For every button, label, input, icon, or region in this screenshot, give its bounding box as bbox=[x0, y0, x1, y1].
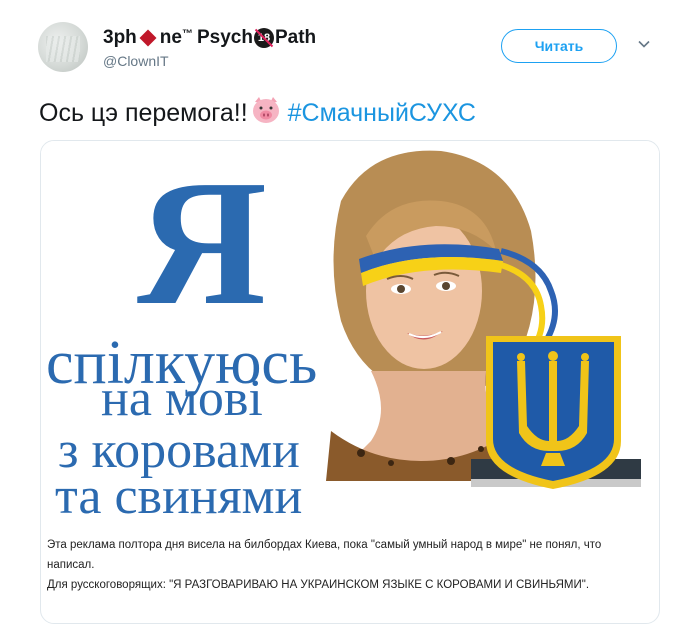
no-under-18-icon: 18 bbox=[253, 28, 274, 48]
pig-face-icon bbox=[250, 96, 282, 131]
trademark-symbol: ™ bbox=[181, 28, 193, 41]
tweet-media[interactable]: Я спілкуюсь на мові з коровами та свиням… bbox=[40, 140, 660, 624]
red-diamond-icon bbox=[139, 29, 157, 47]
hashtag-link[interactable]: #СмачныйСУХС bbox=[288, 99, 476, 127]
poster-line-2: на мові bbox=[101, 370, 263, 427]
author-name-part1: 3ph bbox=[103, 27, 137, 48]
caption-line-2: Для русскоговорящих: "Я РАЗГОВАРИВАЮ НА … bbox=[47, 579, 590, 591]
poster-line-4: та свинями bbox=[55, 468, 303, 525]
author-name-part3: Psych bbox=[196, 27, 253, 48]
tweet-text: Ось цэ перемога!! #СмачныйСУХС bbox=[39, 96, 476, 131]
follow-button[interactable]: Читать bbox=[501, 29, 617, 63]
poster-caption: Эта реклама полтора дня висела на билбор… bbox=[47, 535, 647, 595]
author-name-part2: ne bbox=[159, 27, 182, 48]
avatar[interactable] bbox=[38, 22, 88, 72]
author-name-part4: Path bbox=[274, 27, 317, 48]
caption-line-1: Эта реклама полтора дня висела на билбор… bbox=[47, 539, 602, 571]
author-handle[interactable]: @ClownIT bbox=[103, 53, 169, 69]
author-name[interactable]: 3ph ne™ Psych 18 Path bbox=[103, 27, 316, 49]
tweet-body: Ось цэ перемога!! bbox=[39, 99, 248, 127]
poster-big-letter: Я bbox=[137, 143, 267, 342]
chevron-down-icon[interactable] bbox=[637, 37, 651, 51]
